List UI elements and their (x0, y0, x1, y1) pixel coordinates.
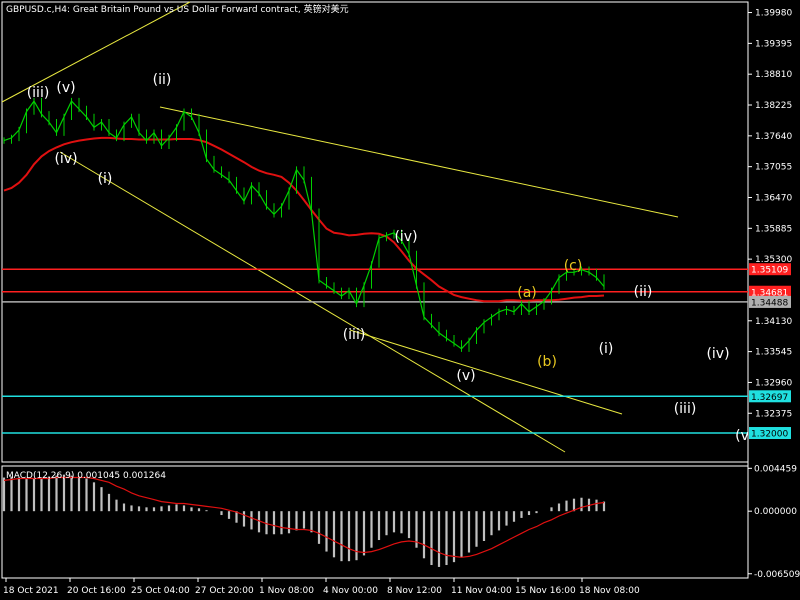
price-tick-label: 1.36470 (755, 193, 792, 203)
time-axis-ticks: 18 Oct 2021 20 Oct 16:00 25 Oct 04:00 27 Oc… (3, 578, 640, 596)
price-panel-frame (1, 1, 749, 463)
time-tick-label: 11 Nov 04:00 (451, 586, 512, 596)
chart-title: GBPUSD.c,H4: Great Britain Pound vs US D… (6, 3, 349, 15)
time-tick-label: 18 Oct 2021 (3, 586, 59, 596)
wave-label: (iii) (674, 401, 697, 417)
time-tick-label: 1 Nov 08:00 (259, 586, 314, 596)
wave-label: (v) (456, 368, 475, 384)
wave-label: (iv) (54, 151, 77, 167)
macd-axis-ticks: 0.004459 0.000000 -0.006509 (748, 464, 800, 580)
level-price-label: 1.32000 (751, 430, 788, 440)
moving-average (3, 136, 605, 303)
wave-label: (iii) (343, 327, 366, 343)
wave-label: (iv) (706, 346, 729, 362)
wave-label: (v (735, 428, 749, 444)
trendlines[interactable] (1, 1, 679, 453)
time-tick-label: 27 Oct 20:00 (195, 586, 254, 596)
price-series (3, 97, 605, 352)
level-price-label: 1.35109 (751, 266, 788, 276)
price-axis-ticks: 1.39980 1.39395 1.38810 1.38225 1.37640 1.370… (748, 9, 792, 419)
wave-label: (a) (517, 285, 537, 301)
macd-tick-label: -0.006509 (754, 570, 800, 580)
price-tick-label: 1.32960 (755, 378, 792, 388)
trendline-upper-channel[interactable] (159, 106, 679, 218)
price-tick-label: 1.39980 (755, 9, 792, 19)
price-tick-label: 1.39395 (755, 39, 792, 49)
trendline-lower-channel[interactable] (349, 329, 623, 415)
wave-label: (ii) (634, 284, 653, 300)
wave-label: (b) (537, 354, 557, 370)
macd-tick-label: 0.000000 (754, 507, 797, 517)
price-tick-label: 1.35300 (755, 255, 792, 265)
price-tick-label: 1.38225 (755, 101, 792, 111)
macd-panel-frame (1, 465, 749, 579)
level-price-label: 1.32697 (751, 393, 788, 403)
time-tick-label: 4 Nov 00:00 (323, 586, 378, 596)
wave-label: (i) (599, 341, 614, 357)
moving-average-line (3, 136, 605, 303)
wave-label: (v) (56, 80, 75, 96)
price-tick-label: 1.35885 (755, 224, 792, 234)
wave-label: (iii) (27, 85, 50, 101)
price-tick-label: 1.34130 (755, 317, 792, 327)
chart-canvas[interactable]: 1.351091.346811.344881.326971.32000 (iii… (0, 0, 800, 600)
macd-title: MACD(12,26,9) 0.001045 0.001264 (6, 471, 166, 481)
wave-label: (c) (564, 258, 583, 274)
time-tick-label: 18 Nov 08:00 (579, 586, 640, 596)
time-tick-label: 25 Oct 04:00 (131, 586, 190, 596)
time-tick-label: 20 Oct 16:00 (67, 586, 126, 596)
price-tick-label: 1.37640 (755, 132, 792, 142)
price-tick-label: 1.33545 (755, 348, 792, 358)
wave-label: (iv) (394, 229, 417, 245)
wave-label: (ii) (153, 72, 172, 88)
wave-labels: (iii) (v) (iv) (ii) (i) (iv) (iii) (v) (a) (b) (c)… (27, 72, 749, 444)
forex-chart: 1.35109 1.34681 1.34488 1.32697 1.32000 (iii… (0, 0, 800, 600)
time-tick-label: 8 Nov 12:00 (387, 586, 442, 596)
time-tick-label: 15 Nov 16:00 (515, 586, 576, 596)
macd-tick-label: 0.004459 (754, 464, 797, 474)
price-tick-label: 1.38810 (755, 70, 792, 80)
wave-label: (i) (98, 171, 113, 187)
level-price-label: 1.34488 (751, 298, 788, 308)
price-tick-label: 1.32375 (755, 409, 792, 419)
macd-series (2, 474, 606, 567)
price-tick-label: 1.37055 (755, 163, 792, 173)
